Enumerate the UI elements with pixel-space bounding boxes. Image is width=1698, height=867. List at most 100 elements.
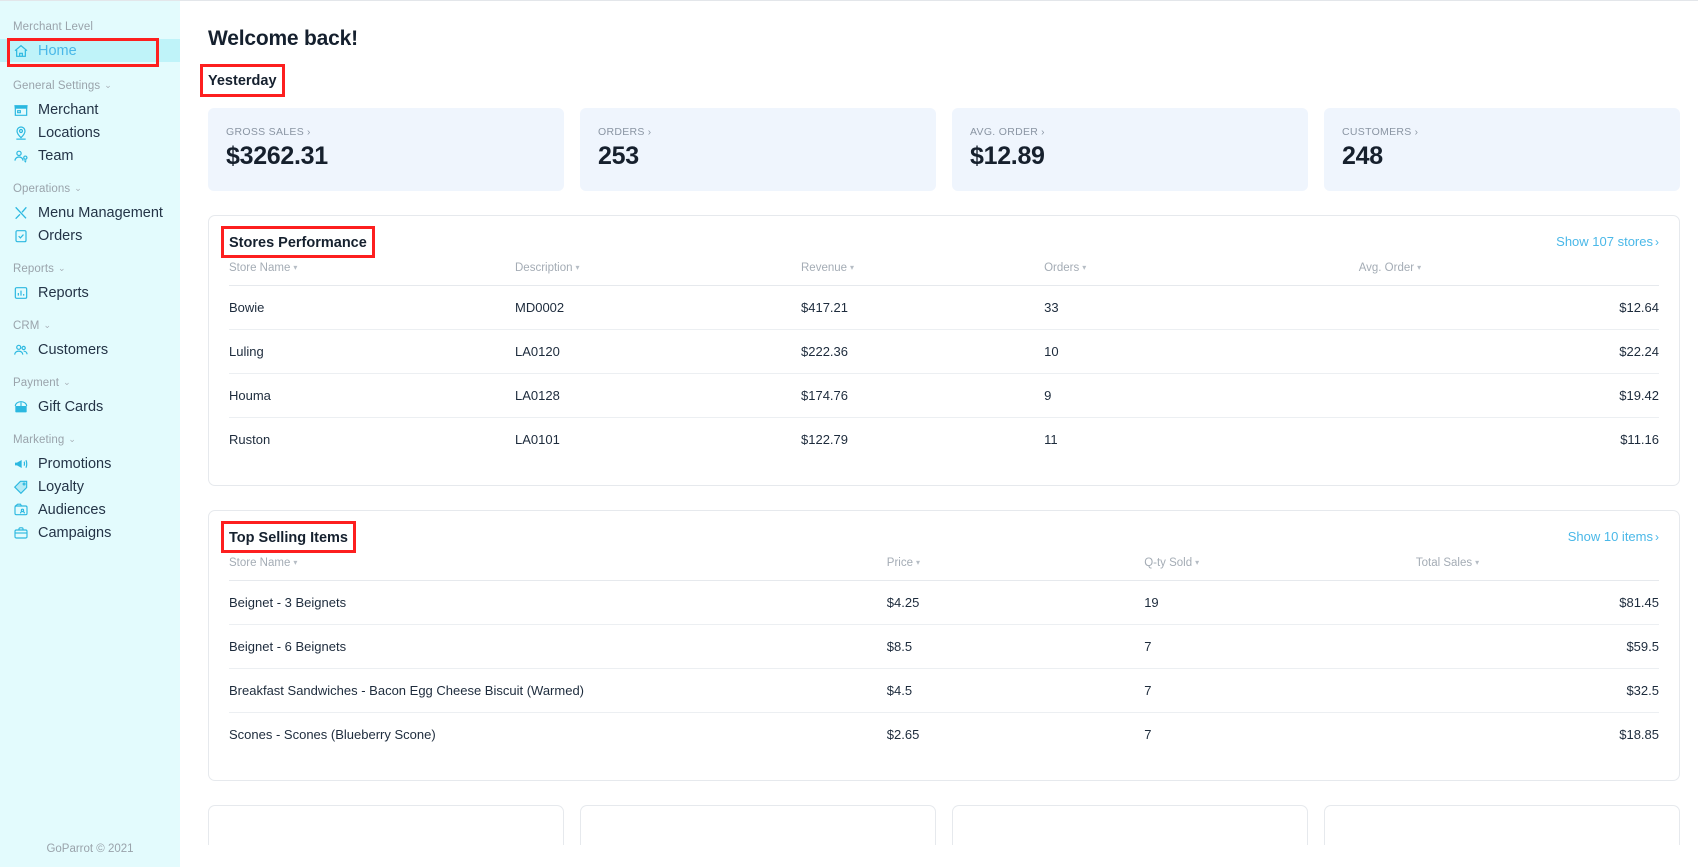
chevron-down-icon: ⌄ — [63, 376, 71, 387]
sidebar-item-label: Campaigns — [38, 524, 112, 541]
table-row[interactable]: Houma LA0128 $174.76 9 $19.42 — [229, 373, 1659, 418]
clipboard-check-icon — [13, 228, 29, 244]
kpi-label-text: CUSTOMERS — [1342, 126, 1412, 138]
column-header[interactable]: Store Name ▾ — [229, 557, 887, 581]
table-row[interactable]: Bowie MD0002 $417.21 33 $12.64 — [229, 285, 1659, 330]
table-cell-description: MD0002 — [515, 285, 801, 330]
sort-caret-icon: ▾ — [916, 558, 921, 568]
table-cell-total: $18.85 — [1619, 727, 1659, 742]
table-cell-avg_order: $22.24 — [1358, 329, 1659, 374]
page-title: Welcome back! — [208, 27, 358, 50]
customers-icon — [13, 342, 29, 358]
stores-performance-table: Store Name ▾ Description ▾ Revenue ▾ Orders ▾ Av… — [229, 262, 1659, 461]
chevron-right-icon: › — [1414, 126, 1419, 138]
kpi-label[interactable]: AVG. ORDER › — [970, 126, 1290, 138]
sidebar-group-label-text: Merchant Level — [13, 21, 94, 33]
sidebar-group-label[interactable]: Reports ⌄ — [0, 263, 180, 275]
table-row[interactable]: Ruston LA0101 $122.79 11 $11.16 — [229, 418, 1659, 462]
table-cell-description: LA0120 — [515, 329, 801, 374]
sidebar-item-label: Merchant — [38, 101, 99, 118]
column-header[interactable]: Q-ty Sold ▾ — [1144, 557, 1416, 581]
sidebar-item-campaigns[interactable]: Campaigns — [0, 521, 180, 544]
chevron-right-icon: › — [647, 126, 652, 138]
team-icon — [13, 148, 29, 164]
sidebar-item-team[interactable]: Team — [0, 144, 180, 167]
chevron-right-icon: › — [1041, 126, 1045, 138]
sidebar-item-menu-management[interactable]: Menu Management — [0, 201, 180, 224]
table-row[interactable]: Scones - Scones (Blueberry Scone) $2.65 7 $… — [229, 713, 1659, 757]
sidebar-group-operations: Operations ⌄ Menu Management Orders — [0, 183, 180, 247]
sidebar-group-label[interactable]: CRM ⌄ — [0, 320, 180, 332]
sidebar-group-label[interactable]: Operations ⌄ — [0, 183, 180, 195]
kpi-label[interactable]: ORDERS › — [598, 126, 918, 138]
column-header[interactable]: Store Name ▾ — [229, 262, 515, 286]
sidebar-item-customers[interactable]: Customers — [0, 338, 180, 361]
period-selector-wrap: Yesterday — [200, 64, 285, 97]
sidebar-item-orders[interactable]: Orders — [0, 224, 180, 247]
sidebar-group-payment: Payment ⌄ Gift Cards — [0, 377, 180, 418]
column-header[interactable]: Description ▾ — [515, 262, 801, 286]
column-header[interactable]: Revenue ▾ — [801, 262, 1045, 286]
bottom-card-placeholder — [952, 805, 1308, 845]
kpi-label-text: AVG. ORDER — [970, 126, 1039, 138]
sidebar: Merchant Level Home General Settings ⌄ Merch… — [0, 1, 180, 867]
sidebar-group-label[interactable]: Marketing ⌄ — [0, 434, 180, 446]
kpi-card-customers[interactable]: CUSTOMERS › 248 — [1324, 108, 1680, 191]
table-cell-price: $8.5 — [886, 624, 1145, 669]
table-cell-revenue: $222.36 — [801, 329, 1045, 374]
table-row[interactable]: Luling LA0120 $222.36 10 $22.24 — [229, 329, 1659, 374]
sidebar-item-audiences[interactable]: Audiences — [0, 498, 180, 521]
table-cell-qty: 7 — [1144, 668, 1416, 713]
table-cell-description: LA0101 — [515, 432, 560, 447]
sidebar-item-loyalty[interactable]: Loyalty — [0, 475, 180, 498]
sidebar-group-crm: CRM ⌄ Customers — [0, 320, 180, 361]
table-cell-total: $81.45 — [1415, 580, 1659, 625]
bar-chart-icon — [13, 285, 29, 301]
sidebar-group-label-text: Operations — [13, 183, 71, 195]
sidebar-item-merchant[interactable]: Merchant — [0, 98, 180, 121]
sidebar-item-promotions[interactable]: Promotions — [0, 452, 180, 475]
kpi-card-orders[interactable]: ORDERS › 253 — [580, 108, 936, 191]
table-row[interactable]: Beignet - 6 Beignets $8.5 7 $59.5 — [229, 624, 1659, 669]
briefcase-icon — [13, 525, 29, 541]
sidebar-item-home[interactable]: Home — [0, 39, 180, 62]
sort-caret-icon: ▾ — [850, 263, 855, 273]
sidebar-item-gift-cards[interactable]: Gift Cards — [0, 395, 180, 418]
sidebar-item-label: Loyalty — [38, 478, 84, 495]
table-cell-revenue: $417.21 — [801, 285, 1045, 330]
audience-folder-icon — [13, 502, 29, 518]
sidebar-group-label[interactable]: General Settings ⌄ — [0, 80, 180, 92]
kpi-value: $3262.31 — [226, 142, 328, 170]
table-row[interactable]: Beignet - 3 Beignets $4.25 19 $81.45 — [229, 580, 1659, 625]
table-cell-avg_order: $12.64 — [1358, 285, 1659, 330]
kpi-label[interactable]: GROSS SALES › — [226, 126, 546, 138]
sidebar-item-locations[interactable]: Locations — [0, 121, 180, 144]
table-cell-orders: 33 — [1044, 285, 1359, 330]
sidebar-group-reports: Reports ⌄ Reports — [0, 263, 180, 304]
kpi-label[interactable]: CUSTOMERS › — [1342, 126, 1662, 138]
table-cell-name: Scones - Scones (Blueberry Scone) — [229, 727, 436, 742]
sidebar-group-merchant-level: Merchant Level Home — [0, 21, 180, 62]
table-cell-store: Ruston — [229, 432, 271, 447]
chevron-down-icon: ⌄ — [104, 79, 112, 90]
column-header[interactable]: Avg. Order ▾ — [1358, 262, 1659, 286]
kpi-label-text: GROSS SALES — [226, 126, 304, 138]
table-cell-price: $4.25 — [886, 580, 1145, 625]
sidebar-item-label: Team — [38, 147, 74, 164]
column-header[interactable]: Orders ▾ — [1044, 262, 1359, 286]
table-row[interactable]: Breakfast Sandwiches - Bacon Egg Cheese … — [229, 668, 1659, 713]
column-header[interactable]: Total Sales ▾ — [1415, 557, 1659, 581]
column-header-label: Orders — [1044, 262, 1080, 274]
sidebar-item-reports[interactable]: Reports — [0, 281, 180, 304]
sort-caret-icon: ▾ — [293, 558, 298, 568]
column-header[interactable]: Price ▾ — [886, 557, 1145, 581]
show-all-items-link[interactable]: Show 10 items › — [1568, 529, 1659, 544]
tag-icon — [13, 479, 29, 495]
stores-performance-panel: Stores Performance Show 107 stores › Sto… — [208, 215, 1680, 486]
kpi-card-gross-sales[interactable]: GROSS SALES › $3262.31 — [208, 108, 564, 191]
sidebar-group-label[interactable]: Payment ⌄ — [0, 377, 180, 389]
column-header-label: Price — [886, 557, 913, 569]
show-all-stores-link[interactable]: Show 107 stores › — [1556, 234, 1659, 249]
kpi-card-avg-order[interactable]: AVG. ORDER › $12.89 — [952, 108, 1308, 191]
sidebar-item-label: Orders — [38, 227, 83, 244]
